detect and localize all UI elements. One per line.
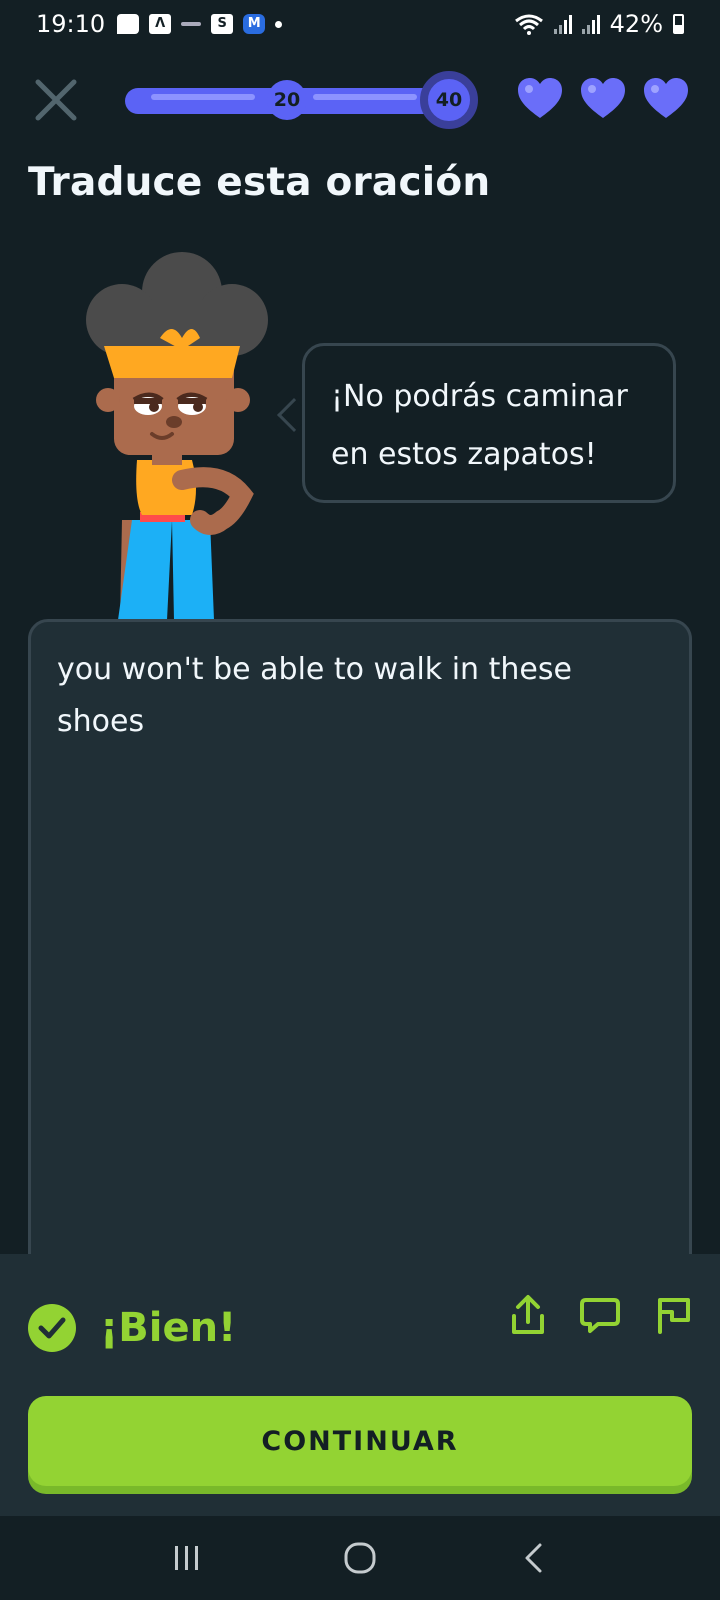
signal-icon-1 [553,14,572,34]
signal-icon-2 [581,14,600,34]
progress-highlight [313,94,417,100]
app-m-icon: M [243,14,266,34]
back-icon [525,1543,542,1573]
report-flag-icon[interactable] [652,1294,692,1336]
milestone-20: 20 [267,80,307,120]
answer-text: you won't be able to walk in these shoes [57,652,582,739]
home-button[interactable] [330,1533,390,1583]
checkmark-icon [38,1317,66,1339]
app-s-icon: S [211,14,234,34]
home-icon [344,1542,376,1574]
character-illustration [86,252,268,620]
status-right: 42% [514,10,684,38]
progress-highlight [151,94,255,100]
close-icon[interactable] [34,78,78,122]
feedback-status: ¡Bien! [28,1304,236,1352]
milestone-40: 40 [420,71,478,129]
hearts [516,76,690,120]
comment-icon[interactable] [580,1294,620,1336]
feedback-panel: ¡Bien! CONTINUAR [0,1254,720,1516]
heart-icon [644,78,688,118]
check-icon [28,1304,76,1352]
share-icon[interactable] [508,1294,548,1336]
recent-apps-button[interactable] [157,1533,217,1583]
more-notifications-dot [275,20,283,28]
lesson-screen: 19:10 Λ S M 42% 20 40 Traduce esta oraci… [0,0,720,1600]
instruction-title: Traduce esta oración [28,160,491,205]
answer-textarea[interactable]: you won't be able to walk in these shoes [28,619,692,1319]
speech-bubble: ¡No podrás caminar en estos zapatos! [302,343,676,503]
app-dash-icon [181,22,202,26]
battery-icon [673,14,684,34]
prompt-sentence: ¡No podrás caminar en estos zapatos! [331,379,628,472]
feedback-result: ¡Bien! [100,1305,237,1351]
system-nav-bar [0,1516,720,1600]
status-bar: 19:10 Λ S M 42% [0,0,720,48]
recent-apps-icon [174,1546,198,1570]
message-icon [117,14,140,34]
feedback-actions [508,1294,692,1336]
status-time: 19:10 [36,10,106,38]
back-button[interactable] [503,1533,563,1583]
app-a-icon: Λ [149,14,172,34]
notification-icons: Λ S M [117,14,283,34]
wifi-icon [514,14,543,35]
heart-icon [581,78,625,118]
battery-percent: 42% [609,10,663,38]
heart-icon [518,78,562,118]
continue-button[interactable]: CONTINUAR [28,1396,692,1486]
